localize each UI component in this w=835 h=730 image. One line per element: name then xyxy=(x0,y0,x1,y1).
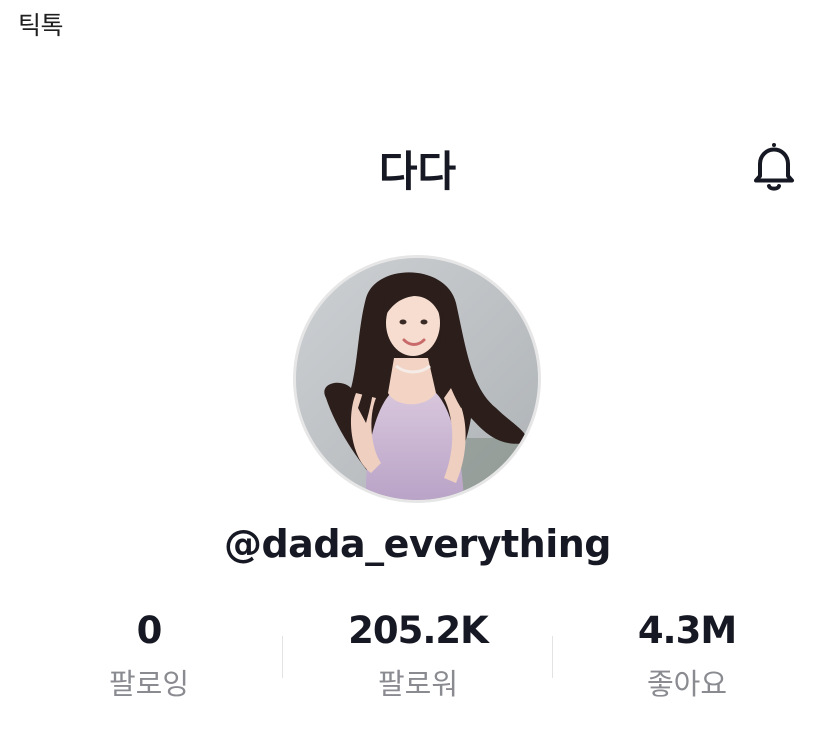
stat-divider xyxy=(552,636,553,678)
profile-display-name: 다다 xyxy=(378,147,457,196)
likes-label: 좋아요 xyxy=(646,667,728,701)
stat-likes[interactable]: 4.3M 좋아요 xyxy=(557,606,817,702)
bell-icon xyxy=(754,143,794,191)
followers-count: 205.2K xyxy=(348,609,489,652)
profile-avatar[interactable] xyxy=(293,255,541,503)
followers-label: 팔로워 xyxy=(377,667,459,701)
likes-count: 4.3M xyxy=(637,609,737,652)
stat-following[interactable]: 0 팔로잉 xyxy=(19,606,279,702)
stat-divider xyxy=(282,636,283,678)
stat-followers[interactable]: 205.2K 팔로워 xyxy=(288,606,548,702)
notification-bell-button[interactable] xyxy=(747,140,801,194)
following-label: 팔로잉 xyxy=(108,667,190,701)
username: @dada_everything xyxy=(223,522,612,566)
profile-photo xyxy=(296,258,538,500)
following-count: 0 xyxy=(136,609,163,652)
app-label: 틱톡 xyxy=(18,11,64,40)
